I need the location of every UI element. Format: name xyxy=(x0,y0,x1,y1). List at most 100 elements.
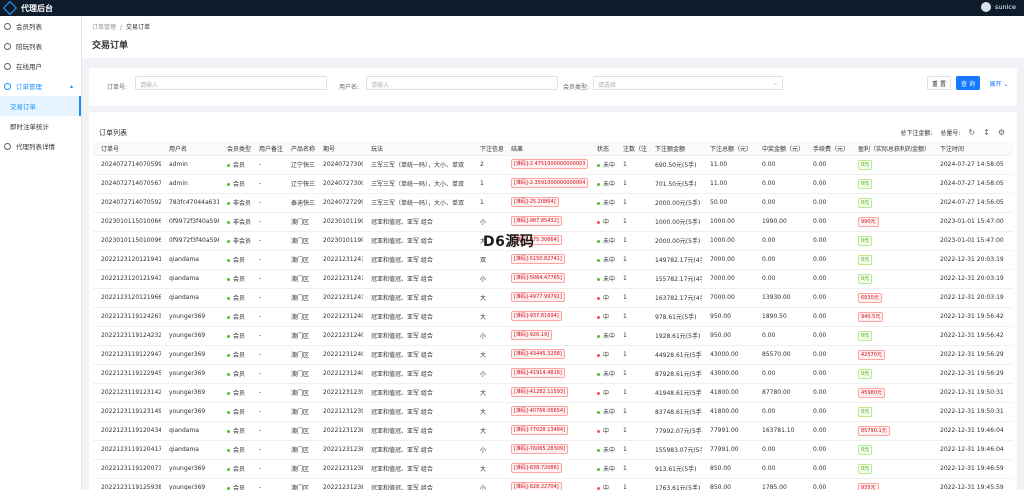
table-row[interactable]: 202407271407059268783fc47044a6318非会员-泰迪快… xyxy=(93,193,1013,213)
status-dot xyxy=(597,354,600,357)
table-row[interactable]: 202212311912007397younger369会员-澳门区202212… xyxy=(93,459,1013,479)
member-type-select[interactable]: 请选择 ⌄ xyxy=(593,76,783,90)
table-row[interactable]: 202212312012194366qiandama会员-澳门区20221231… xyxy=(93,269,1013,289)
column-header[interactable]: 状态 xyxy=(589,142,615,156)
page-header: 订单管理 / 交易订单 交易订单 xyxy=(82,16,1024,58)
cell-total: 50.00 xyxy=(702,193,754,213)
column-header[interactable]: 期号 xyxy=(315,142,363,156)
cell-result: [准码]-76065.28309] xyxy=(503,440,589,460)
cell-user: 0f9972f3f40a598 xyxy=(161,212,219,232)
column-header[interactable]: 玩法 xyxy=(363,142,472,156)
username-input[interactable]: 请输入 xyxy=(366,76,558,90)
sidebar-group-orders[interactable]: 订单管理 ▴ xyxy=(0,76,81,96)
table-header: 订单号用户名会员类型用户备注产品名称期号玩法下注信息结果状态注数（注）下注额金额… xyxy=(93,142,1013,156)
table-row[interactable]: 202212311912294599younger369会员-澳门区202212… xyxy=(93,364,1013,384)
cell-fee: 0.00 xyxy=(805,193,850,213)
profit-tag: 85790.1元 xyxy=(858,425,890,436)
cell-user: younger369 xyxy=(161,364,219,384)
table-row[interactable]: 202212311912314259younger369会员-澳门区202212… xyxy=(93,383,1013,403)
cell-status: 未中 xyxy=(589,231,615,251)
order-no-input[interactable]: 请输入 xyxy=(135,76,327,90)
cell-info: 小 xyxy=(472,440,503,460)
cell-status: 未中 xyxy=(589,174,615,194)
sidebar-item-members[interactable]: 会员列表 xyxy=(0,16,81,36)
cell-count: 1 xyxy=(615,307,647,327)
cell-win: 1990.00 xyxy=(754,212,805,232)
table-row[interactable]: 202212311912593817younger369会员-澳门区202212… xyxy=(93,478,1013,490)
table-row[interactable]: 202212311912314988younger369会员-澳门区202212… xyxy=(93,402,1013,422)
column-header[interactable]: 会员类型 xyxy=(219,142,251,156)
cell-time: 2024-07-27 14:56:05 xyxy=(932,193,1013,213)
table-row[interactable]: 202407271407059924admin会员-辽宁快三2024072730… xyxy=(93,155,1013,175)
cell-count: 1 xyxy=(615,459,647,479)
table-row[interactable]: 202212311912041757qiandama会员-澳门区20221231… xyxy=(93,440,1013,460)
table-row[interactable]: 2023010115010096420f9972f3f40a598非会员-澳门区… xyxy=(93,231,1013,251)
column-header[interactable]: 注数（注） xyxy=(615,142,647,156)
cell-win: 163781.10 xyxy=(754,421,805,441)
column-header[interactable]: 订单号 xyxy=(93,142,161,156)
cell-bet: 163782.17元(4手) xyxy=(647,288,702,308)
table-row[interactable]: 202212312012194125qiandama会员-澳门区20221231… xyxy=(93,250,1013,270)
status-dot xyxy=(227,297,230,300)
breadcrumb-parent[interactable]: 订单管理 xyxy=(92,24,116,31)
reset-button[interactable]: 重 置 xyxy=(927,76,951,90)
cell-win: 0.00 xyxy=(754,193,805,213)
cell-bet: 149782.17元(4手) xyxy=(647,250,702,270)
table-row[interactable]: 202212311912426386younger369会员-澳门区202212… xyxy=(93,307,1013,327)
status-dot xyxy=(597,202,600,205)
column-header[interactable]: 下注时间 xyxy=(932,142,1013,156)
column-header[interactable]: 产品名称 xyxy=(283,142,315,156)
cell-order: 202407271407059268 xyxy=(93,193,161,213)
column-header[interactable]: 手续费（元） xyxy=(805,142,850,156)
app-title: 代理后台 xyxy=(21,3,53,13)
column-header[interactable]: 盈利（实际总获利的金额） xyxy=(850,142,932,156)
table-row[interactable]: 2023010115010066520f9972f3f40a598非会员-澳门区… xyxy=(93,212,1013,232)
cell-order: 202212311912007397 xyxy=(93,459,161,479)
sidebar-item-trade-orders[interactable]: 交易订单 xyxy=(0,96,81,116)
cell-mtype: 会员 xyxy=(219,269,251,289)
column-header[interactable]: 用户备注 xyxy=(251,142,283,156)
cell-play: 冠亚和值冠、亚军 组合 xyxy=(363,364,472,384)
search-button[interactable]: 查 询 xyxy=(956,76,980,90)
cell-play: 三军三军（单统一码），大小、单双 xyxy=(363,193,472,213)
status-dot xyxy=(227,468,230,471)
column-header[interactable]: 中奖金额（元） xyxy=(754,142,805,156)
cell-note: - xyxy=(251,326,283,346)
column-header[interactable]: 下注额金额 xyxy=(647,142,702,156)
cell-period: 20221231239 xyxy=(315,402,363,422)
cell-product: 澳门区 xyxy=(283,288,315,308)
column-header[interactable]: 用户名 xyxy=(161,142,219,156)
settings-icon[interactable]: ⚙ xyxy=(998,128,1005,137)
column-header[interactable]: 下注信息 xyxy=(472,142,503,156)
refresh-icon[interactable]: ↻ xyxy=(968,128,975,137)
cell-count: 1 xyxy=(615,364,647,384)
cell-status: 未中 xyxy=(589,269,615,289)
sidebar-item-agent-details[interactable]: 代理列表详情 xyxy=(0,136,81,156)
cell-count: 1 xyxy=(615,402,647,422)
orders-table: 订单号用户名会员类型用户备注产品名称期号玩法下注信息结果状态注数（注）下注额金额… xyxy=(93,142,1013,490)
sidebar-item-online-users[interactable]: 在线用户 xyxy=(0,56,81,76)
cell-mtype: 会员 xyxy=(219,478,251,490)
column-header[interactable]: 下注总额（元） xyxy=(702,142,754,156)
cell-bet: 978.61元(5手) xyxy=(647,307,702,327)
cell-play: 冠亚和值冠、亚军 组合 xyxy=(363,402,472,422)
cell-info: 小 xyxy=(472,212,503,232)
density-icon[interactable]: ↕ xyxy=(983,128,990,137)
table-row[interactable]: 202212312012196676qiandama会员-澳门区20221231… xyxy=(93,288,1013,308)
table-row[interactable]: 202407271407056744admin会员-辽宁快三2024072730… xyxy=(93,174,1013,194)
expand-button[interactable]: 展开 ⌄ xyxy=(987,76,1011,90)
cell-mtype: 会员 xyxy=(219,174,251,194)
app-logo[interactable]: 代理后台 xyxy=(0,0,53,16)
user-menu[interactable]: sunice xyxy=(980,2,1016,12)
result-tag: [准码]-41914.4816] xyxy=(511,367,565,378)
table-row[interactable]: 202212311912043464qiandama会员-澳门区20221231… xyxy=(93,421,1013,441)
column-header[interactable]: 结果 xyxy=(503,142,589,156)
sidebar-item-companions[interactable]: 陪玩列表 xyxy=(0,36,81,56)
table-row[interactable]: 202212311912423258younger369会员-澳门区202212… xyxy=(93,326,1013,346)
table-row[interactable]: 202212311912294755younger369会员-澳门区202212… xyxy=(93,345,1013,365)
cell-note: - xyxy=(251,383,283,403)
main-content: 订单管理 / 交易订单 交易订单 订单号: 请输入 用户名: 请输入 会员类型: 请… xyxy=(82,16,1024,490)
cell-product: 澳门区 xyxy=(283,212,315,232)
cell-win: 0.00 xyxy=(754,326,805,346)
sidebar-item-bet-stats[interactable]: 即时注单统计 xyxy=(0,116,81,136)
